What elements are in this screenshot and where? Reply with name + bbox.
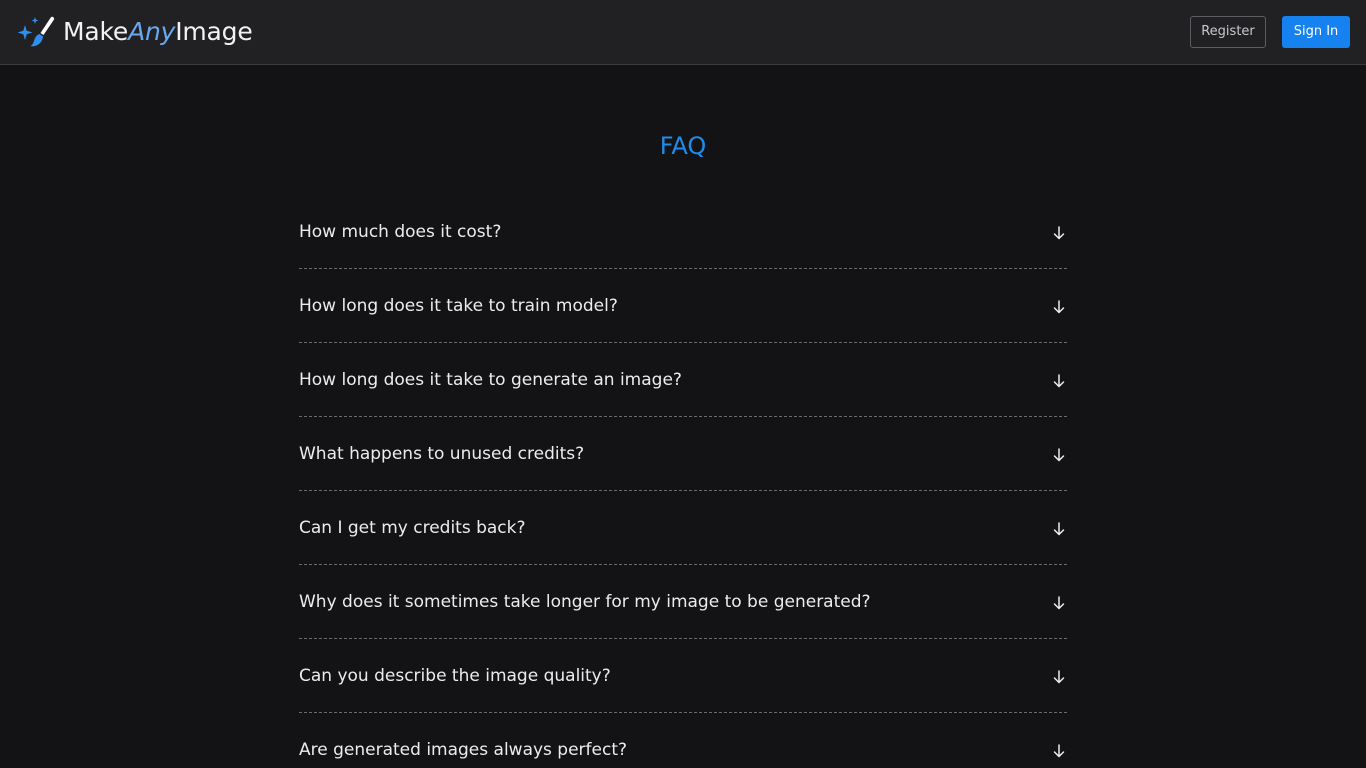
faq-question: How long does it take to generate an ima… [299, 370, 682, 390]
sign-in-button[interactable]: Sign In [1282, 16, 1350, 48]
faq-question: Are generated images always perfect? [299, 740, 628, 760]
brand-name-make: Make [63, 17, 129, 46]
arrow-down-icon [1053, 299, 1065, 314]
faq-question: Why does it sometimes take longer for my… [299, 592, 871, 612]
sparkle-brush-icon [16, 15, 56, 49]
faq-question: What happens to unused credits? [299, 444, 585, 464]
arrow-down-icon [1053, 521, 1065, 536]
register-button[interactable]: Register [1190, 16, 1266, 48]
arrow-down-icon [1053, 595, 1065, 610]
faq-item-image-quality[interactable]: Can you describe the image quality? [299, 639, 1067, 713]
top-navigation-bar: MakeAnyImage Register Sign In [0, 0, 1366, 65]
faq-question: How long does it take to train model? [299, 296, 618, 316]
faq-item-credits-back[interactable]: Can I get my credits back? [299, 491, 1067, 565]
arrow-down-icon [1053, 373, 1065, 388]
brand-logo-link[interactable]: MakeAnyImage [16, 15, 253, 49]
faq-item-generation-time[interactable]: How long does it take to generate an ima… [299, 343, 1067, 417]
faq-item-longer-generation[interactable]: Why does it sometimes take longer for my… [299, 565, 1067, 639]
arrow-down-icon [1053, 447, 1065, 462]
faq-item-unused-credits[interactable]: What happens to unused credits? [299, 417, 1067, 491]
faq-list: How much does it cost? How long does it … [299, 195, 1067, 768]
faq-question: Can I get my credits back? [299, 518, 526, 538]
arrow-down-icon [1053, 669, 1065, 684]
faq-heading: FAQ [659, 132, 707, 160]
faq-item-cost[interactable]: How much does it cost? [299, 195, 1067, 269]
arrow-down-icon [1053, 225, 1065, 240]
faq-question: Can you describe the image quality? [299, 666, 611, 686]
brand-name-image: Image [175, 17, 253, 46]
brand-name-any: Any [128, 17, 176, 46]
faq-item-always-perfect[interactable]: Are generated images always perfect? [299, 713, 1067, 768]
brand-name: MakeAnyImage [63, 15, 253, 49]
arrow-down-icon [1053, 743, 1065, 758]
faq-question: How much does it cost? [299, 222, 502, 242]
faq-item-training-time[interactable]: How long does it take to train model? [299, 269, 1067, 343]
